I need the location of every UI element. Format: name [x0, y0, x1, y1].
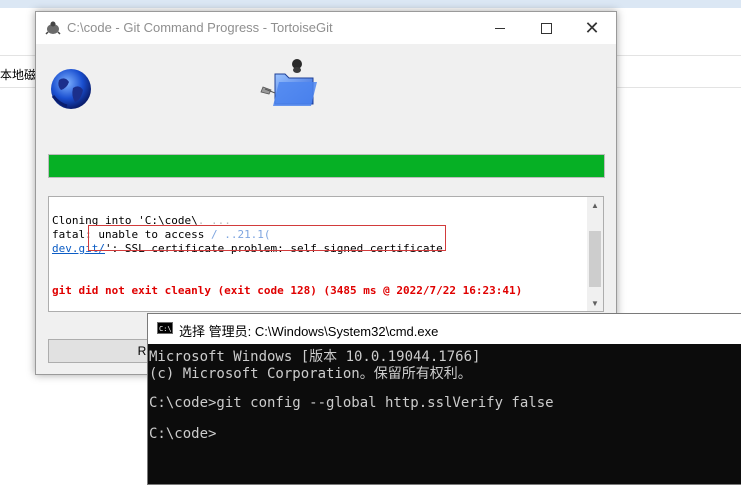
cmd-window: C:\ 选择 管理员: C:\Windows\System32\cmd.exe …	[147, 313, 741, 485]
scroll-thumb[interactable]	[589, 231, 601, 287]
background-window-titlebar	[0, 0, 741, 8]
window-title: C:\code - Git Command Progress - Tortois…	[67, 20, 333, 35]
close-button[interactable]: ✕	[569, 12, 615, 44]
cmd-window-title: 选择 管理员: C:\Windows\System32\cmd.exe	[179, 324, 439, 339]
maximize-button[interactable]	[523, 12, 569, 44]
log-scrollbar[interactable]: ▲ ▼	[587, 197, 603, 311]
title-bar[interactable]: C:\code - Git Command Progress - Tortois…	[36, 12, 616, 44]
scroll-up-arrow-icon[interactable]: ▲	[587, 197, 603, 213]
console-prompt[interactable]: C:\code>	[149, 426, 216, 442]
tortoisegit-icon	[45, 21, 61, 35]
output-log[interactable]: Cloning into 'C:\code\. ... fatal: unabl…	[48, 196, 604, 312]
console-output[interactable]: Microsoft Windows [版本 10.0.19044.1766] (…	[148, 344, 741, 484]
scroll-down-arrow-icon[interactable]: ▼	[587, 295, 603, 311]
close-icon: ✕	[584, 17, 600, 38]
console-line: C:\code>git config --global http.sslVeri…	[149, 395, 554, 411]
globe-icon	[51, 69, 91, 109]
background-address-text[interactable]: 本地磁盘	[0, 66, 36, 83]
maximize-icon	[540, 22, 552, 34]
progress-bar	[48, 154, 605, 178]
cmd-title-bar[interactable]: C:\ 选择 管理员: C:\Windows\System32\cmd.exe	[148, 314, 741, 344]
progress-fill	[49, 155, 604, 177]
exit-error-line: git did not exit cleanly (exit code 128)…	[52, 284, 523, 297]
console-line: (c) Microsoft Corporation。保留所有权利。	[149, 366, 472, 382]
folder-animation-icon	[260, 59, 317, 106]
cmd-icon: C:\	[157, 322, 173, 334]
highlight-annotation-box	[88, 225, 446, 251]
button-label: R	[137, 344, 147, 358]
minimize-button[interactable]	[477, 12, 523, 44]
minimize-icon	[495, 27, 505, 29]
